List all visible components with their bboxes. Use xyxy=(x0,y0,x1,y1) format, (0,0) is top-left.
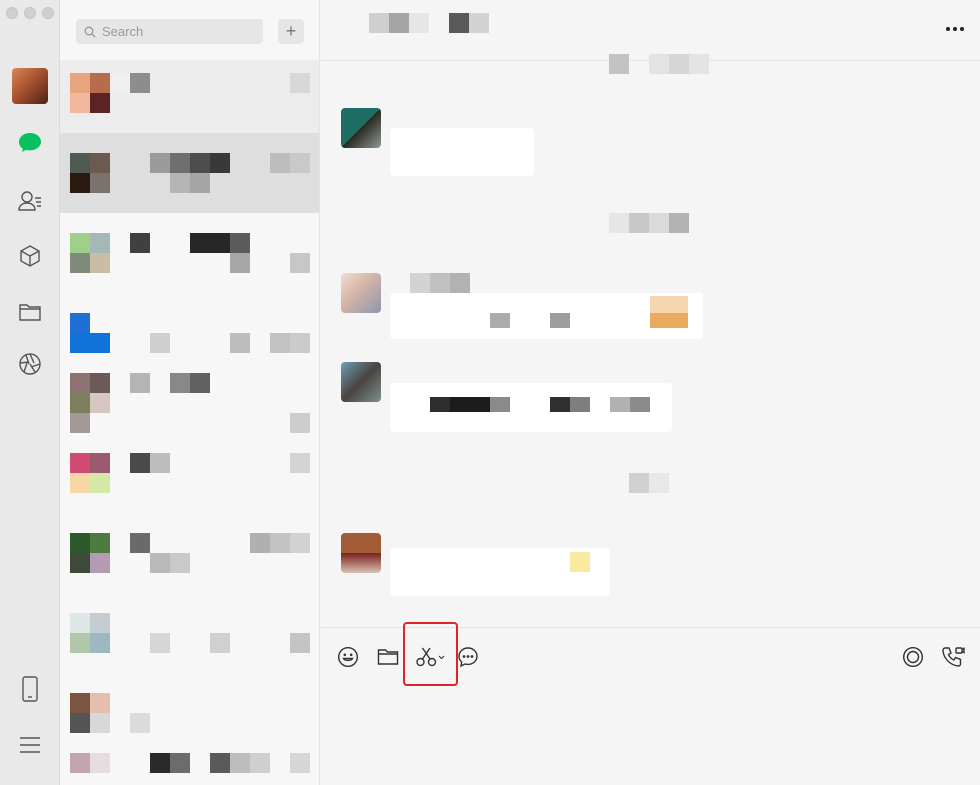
chat-list-item[interactable] xyxy=(60,213,319,293)
message-bubble[interactable] xyxy=(390,383,672,432)
message-bubble[interactable] xyxy=(390,128,534,176)
more-dot xyxy=(946,27,950,31)
message-bubble[interactable] xyxy=(390,293,703,339)
message-avatar[interactable] xyxy=(341,362,381,402)
phone-device-icon[interactable] xyxy=(15,674,45,704)
chat-list-item[interactable] xyxy=(60,293,319,373)
search-box[interactable] xyxy=(76,19,263,44)
add-chat-button[interactable]: + xyxy=(278,19,304,44)
search-input[interactable] xyxy=(102,24,252,39)
message-avatar[interactable] xyxy=(341,533,381,573)
message-avatar[interactable] xyxy=(341,273,381,313)
more-options-button[interactable] xyxy=(944,18,966,40)
mini-programs-cube-icon[interactable] xyxy=(15,241,45,271)
nav-rail xyxy=(0,0,60,785)
message-bubble[interactable] xyxy=(390,548,610,596)
contacts-icon[interactable] xyxy=(15,186,45,216)
minimize-window-button[interactable] xyxy=(24,7,36,19)
search-icon xyxy=(84,26,96,37)
more-dot xyxy=(953,27,957,31)
chat-list-item[interactable] xyxy=(60,453,319,533)
message-input[interactable] xyxy=(337,684,964,774)
screenshot-scissors-icon[interactable] xyxy=(415,644,449,670)
chat-list-panel: + xyxy=(60,0,320,785)
more-dot xyxy=(960,27,964,31)
zoom-window-button[interactable] xyxy=(42,7,54,19)
chat-list-item[interactable] xyxy=(60,373,319,453)
wechat-window: + xyxy=(0,0,980,785)
close-window-button[interactable] xyxy=(6,7,18,19)
message-avatar[interactable] xyxy=(341,108,381,148)
chat-history-icon[interactable] xyxy=(455,644,481,670)
chat-list-item[interactable] xyxy=(60,533,319,613)
user-avatar[interactable] xyxy=(12,68,48,104)
message-composer xyxy=(321,622,980,785)
chat-list-item[interactable] xyxy=(60,60,319,140)
chat-pane xyxy=(321,0,980,785)
menu-icon[interactable] xyxy=(15,730,45,760)
folder-icon[interactable] xyxy=(375,644,401,670)
files-folder-icon[interactable] xyxy=(15,297,45,327)
chat-header xyxy=(321,0,980,61)
chat-list-item[interactable] xyxy=(60,733,319,785)
emoji-icon[interactable] xyxy=(335,644,361,670)
call-icon[interactable] xyxy=(940,644,966,670)
moments-aperture-icon[interactable] xyxy=(15,349,45,379)
live-icon[interactable] xyxy=(900,644,926,670)
window-controls xyxy=(6,7,54,19)
chats-icon[interactable] xyxy=(15,128,45,158)
chat-list-item[interactable] xyxy=(60,133,319,213)
